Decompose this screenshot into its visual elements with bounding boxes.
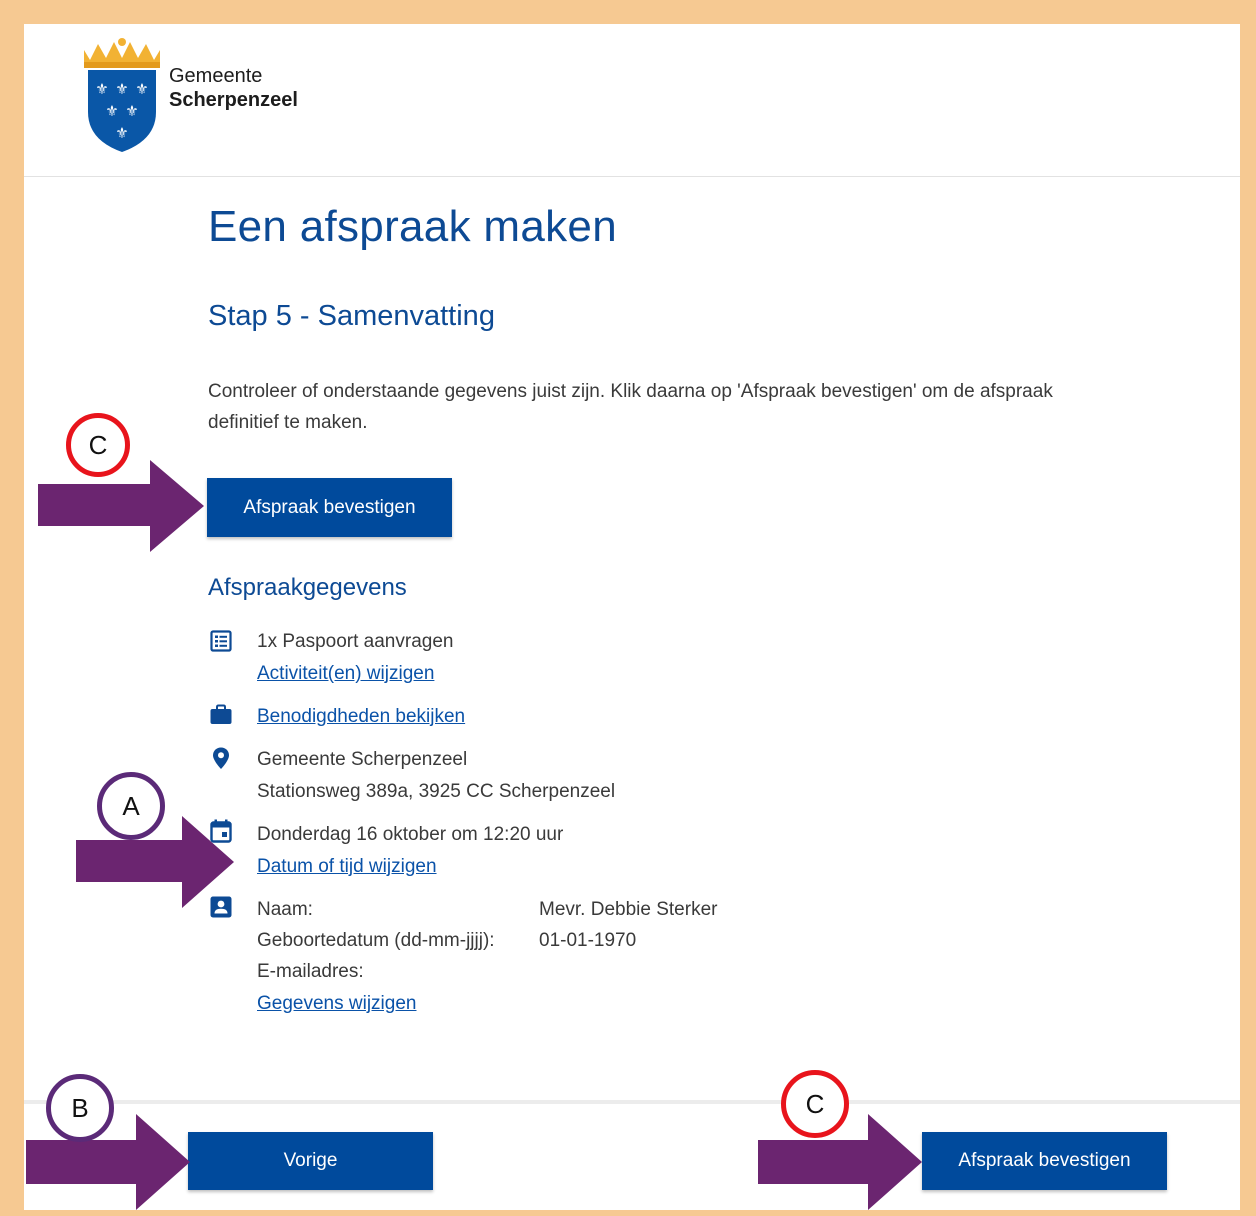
email-label: E-mailadres:	[257, 961, 364, 982]
svg-text:⚜: ⚜	[95, 80, 108, 98]
confirm-appointment-button-bottom[interactable]: Afspraak bevestigen	[922, 1132, 1167, 1190]
brand-line-1: Gemeente	[169, 65, 263, 87]
annotation-badge-c-top: C	[66, 413, 130, 477]
confirm-appointment-button-top[interactable]: Afspraak bevestigen	[207, 478, 452, 537]
svg-text:⚜: ⚜	[135, 80, 148, 98]
footer-divider	[24, 1100, 1240, 1104]
annotation-arrow-c-bottom	[758, 1114, 922, 1210]
briefcase-icon	[210, 704, 232, 724]
annotation-badge-b: B	[46, 1074, 114, 1142]
change-date-time-link[interactable]: Datum of tijd wijzigen	[257, 851, 437, 882]
annotation-arrow-b	[26, 1114, 190, 1210]
intro-line-1: Controleer of onderstaande gegevens juis…	[208, 381, 1053, 402]
page-title: Een afspraak maken	[208, 202, 617, 251]
annotation-badge-c-bottom: C	[781, 1070, 849, 1138]
map-pin-icon	[213, 747, 229, 769]
brand-name: Gemeente Scherpenzeel	[169, 64, 298, 112]
intro-line-2: definitief te maken.	[208, 412, 368, 433]
location-address: Stationsweg 389a, 3925 CC Scherpenzeel	[257, 781, 616, 802]
step-title: Stap 5 - Samenvatting	[208, 300, 495, 332]
change-personal-details-link[interactable]: Gegevens wijzigen	[257, 988, 416, 1019]
svg-text:⚜: ⚜	[105, 102, 118, 120]
dob-label: Geboortedatum (dd-mm-jjjj):	[257, 930, 495, 951]
appointment-datetime: Donderdag 16 oktober om 12:20 uur	[257, 824, 564, 845]
previous-button[interactable]: Vorige	[188, 1132, 433, 1190]
section-title-appointment-details: Afspraakgegevens	[208, 574, 407, 601]
svg-text:⚜: ⚜	[115, 80, 128, 98]
svg-text:⚜: ⚜	[125, 102, 138, 120]
site-header: ⚜ ⚜ ⚜ ⚜ ⚜ ⚜ Gemeente Scherpenzeel	[24, 24, 1240, 177]
view-requirements-link[interactable]: Benodigdheden bekijken	[257, 701, 465, 732]
list-icon	[210, 630, 232, 652]
name-label: Naam:	[257, 899, 313, 920]
intro-text: Controleer of onderstaande gegevens juis…	[208, 376, 1168, 438]
brand-line-2: Scherpenzeel	[169, 89, 298, 111]
municipality-logo[interactable]: ⚜ ⚜ ⚜ ⚜ ⚜ ⚜	[82, 36, 162, 154]
annotation-arrow-c-top	[38, 460, 204, 552]
dob-value: 01-01-1970	[539, 930, 637, 951]
change-activities-link[interactable]: Activiteit(en) wijzigen	[257, 658, 434, 689]
activity-text: 1x Paspoort aanvragen	[257, 631, 454, 652]
name-value: Mevr. Debbie Sterker	[539, 899, 718, 920]
page-frame: ⚜ ⚜ ⚜ ⚜ ⚜ ⚜ Gemeente Scherpenzeel Een afspr…	[24, 24, 1240, 1210]
location-name: Gemeente Scherpenzeel	[257, 749, 468, 770]
annotation-badge-a: A	[97, 772, 165, 840]
svg-text:⚜: ⚜	[115, 124, 128, 142]
